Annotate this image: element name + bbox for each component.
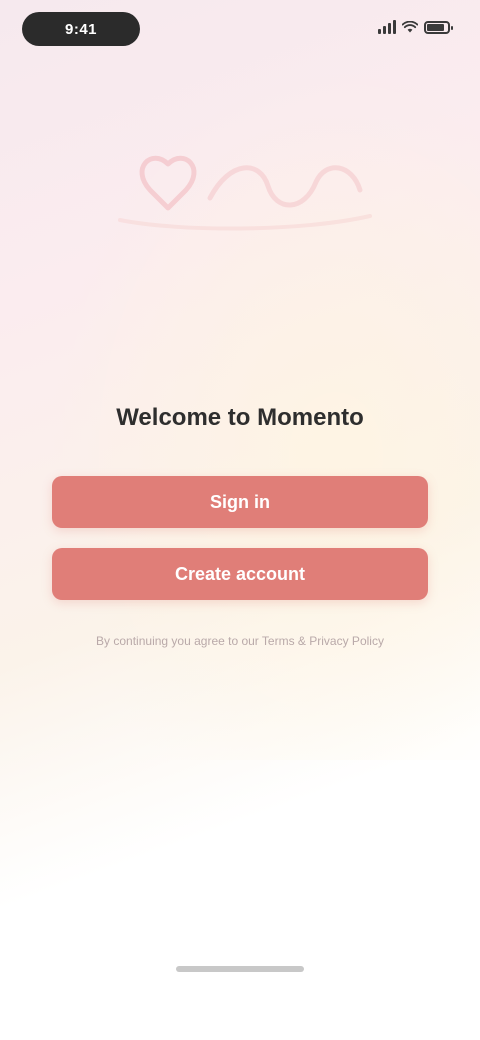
brand-logo (118, 155, 372, 231)
create-account-button[interactable]: Create account (52, 548, 428, 600)
battery-icon (424, 20, 453, 34)
welcome-title: Welcome to Momento (116, 404, 364, 431)
signal-icon (378, 20, 396, 34)
terms-text[interactable]: By continuing you agree to our Terms & P… (0, 634, 480, 648)
wifi-icon (402, 21, 418, 33)
status-time: 9:41 (22, 12, 140, 46)
home-indicator[interactable] (176, 966, 304, 972)
battery-level (427, 23, 444, 31)
sign-in-button[interactable]: Sign in (52, 476, 428, 528)
status-icons (378, 20, 453, 34)
